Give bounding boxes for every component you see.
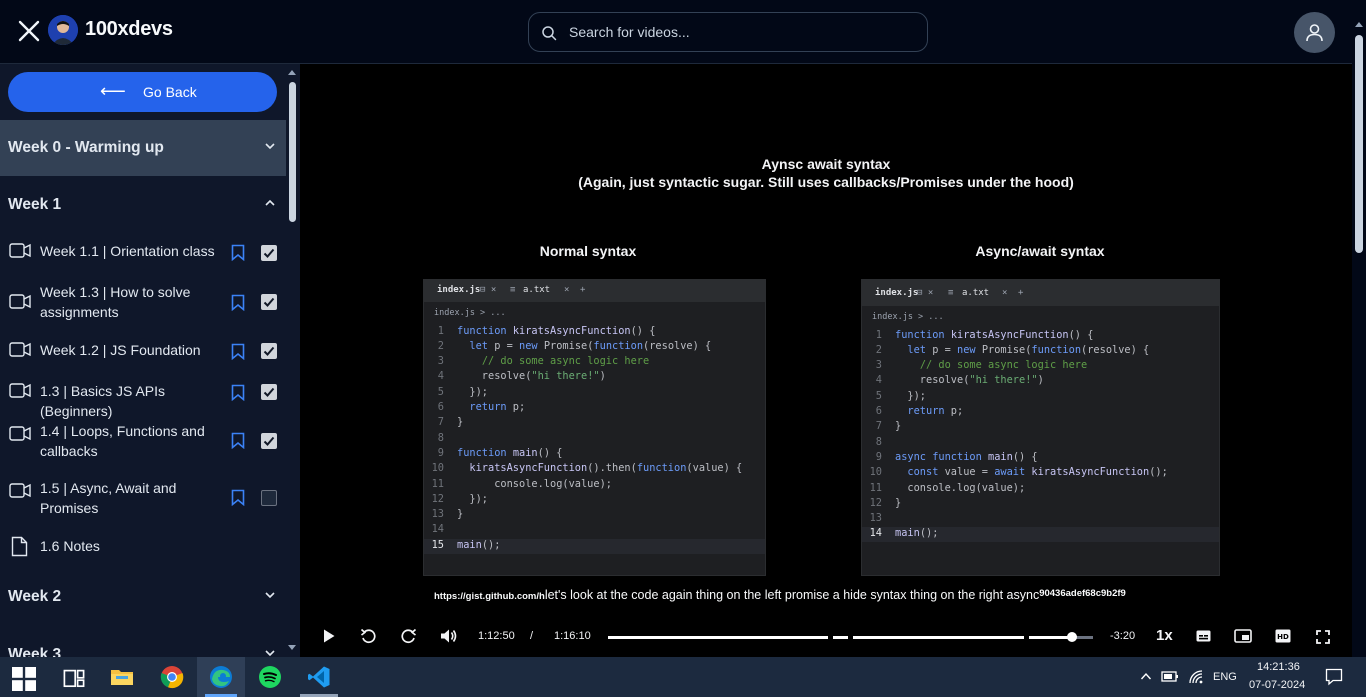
forward-icon[interactable] xyxy=(400,628,417,645)
video-icon xyxy=(9,243,31,258)
user-avatar-button[interactable] xyxy=(1294,12,1335,53)
notes-item[interactable]: 1.6 Notes xyxy=(0,535,286,559)
chevron-down-icon xyxy=(265,592,275,599)
scroll-up-arrow-icon[interactable] xyxy=(287,68,297,76)
week-2-header[interactable]: Week 2 xyxy=(0,569,286,625)
wifi-icon[interactable] xyxy=(1188,669,1204,685)
bookmark-icon[interactable] xyxy=(231,294,245,311)
bookmark-icon[interactable] xyxy=(231,384,245,401)
chapter-marker xyxy=(848,634,853,641)
search-icon xyxy=(542,26,557,41)
code-window-normal: index.js ⊟ × ≡ a.txt × + index.js > ... … xyxy=(423,279,766,576)
volume-icon[interactable] xyxy=(440,628,458,644)
bookmark-icon[interactable] xyxy=(231,244,245,261)
windows-start-icon[interactable] xyxy=(12,667,36,691)
close-icon[interactable] xyxy=(16,18,42,44)
rewind-icon[interactable] xyxy=(360,628,377,645)
week-0-header[interactable]: Week 0 - Warming up xyxy=(0,120,286,176)
current-time: 1:12:50 xyxy=(478,630,515,642)
bookmark-icon[interactable] xyxy=(231,343,245,360)
spotify-icon[interactable] xyxy=(258,665,282,689)
language-indicator[interactable]: ENG xyxy=(1213,671,1237,683)
chevron-up-icon[interactable] xyxy=(1140,671,1152,681)
chevron-up-icon xyxy=(265,199,275,206)
course-sidebar: ⟵ Go Back Week 0 - Warming up Week 1 Wee… xyxy=(0,64,300,657)
brand-name[interactable]: 100xdevs xyxy=(85,18,173,41)
edge-icon[interactable] xyxy=(209,665,233,689)
seek-handle[interactable] xyxy=(1067,632,1077,642)
go-back-button[interactable]: ⟵ Go Back xyxy=(8,72,277,112)
playback-speed-button[interactable]: 1x xyxy=(1156,627,1173,644)
week-1-header[interactable]: Week 1 xyxy=(0,177,286,233)
slide-title: Aynsc await syntax xyxy=(761,156,891,172)
chrome-icon[interactable] xyxy=(160,665,184,689)
play-icon[interactable] xyxy=(322,628,336,644)
lesson-item[interactable]: Week 1.2 | JS Foundation xyxy=(0,339,286,363)
total-time: 1:16:10 xyxy=(554,630,591,642)
clock-date[interactable]: 07-07-2024 xyxy=(1249,679,1305,691)
seek-progress xyxy=(608,636,1072,639)
vscode-icon[interactable] xyxy=(307,665,331,689)
completed-checkbox[interactable] xyxy=(261,433,277,449)
code-window-async: index.js ⊟ × ≡ a.txt × + index.js > ... … xyxy=(861,279,1220,576)
chevron-down-icon xyxy=(265,143,275,150)
svg-text:HD: HD xyxy=(1277,633,1289,641)
video-icon xyxy=(9,426,31,441)
lesson-item[interactable]: 1.3 | Basics JS APIs (Beginners) xyxy=(0,380,286,419)
video-icon xyxy=(9,483,31,498)
slide-subtitle: (Again, just syntactic sugar. Still uses… xyxy=(578,174,1074,190)
completed-checkbox[interactable] xyxy=(261,384,277,400)
search-input[interactable] xyxy=(569,21,909,43)
completed-checkbox[interactable] xyxy=(261,343,277,359)
video-icon xyxy=(9,294,31,309)
editor-tabs: index.js ⊟ × ≡ a.txt × + xyxy=(862,280,1219,306)
player-controls: 1:12:50 / 1:16:10 -3:20 1x HD xyxy=(308,621,1342,653)
video-icon xyxy=(9,383,31,398)
arrow-left-icon: ⟵ xyxy=(100,81,126,101)
battery-icon[interactable] xyxy=(1161,669,1179,683)
completed-checkbox[interactable] xyxy=(261,294,277,310)
lesson-item[interactable]: Week 1.3 | How to solve assignments xyxy=(0,282,286,322)
scroll-up-arrow-icon[interactable] xyxy=(1354,20,1364,28)
video-icon xyxy=(9,342,31,357)
chapter-marker xyxy=(1024,634,1029,641)
bookmark-icon[interactable] xyxy=(231,432,245,449)
video-caption: https://gist.github.com/hlet's look at t… xyxy=(434,588,1126,602)
task-view-icon[interactable] xyxy=(62,667,86,691)
top-bar: 100xdevs xyxy=(0,0,1366,64)
incomplete-checkbox[interactable] xyxy=(261,490,277,506)
chevron-down-icon xyxy=(265,650,275,657)
remaining-time: -3:20 xyxy=(1110,630,1136,642)
completed-checkbox[interactable] xyxy=(261,245,277,261)
week-3-header[interactable]: Week 3 xyxy=(0,627,286,657)
search-bar[interactable] xyxy=(528,12,928,52)
file-explorer-icon[interactable] xyxy=(110,665,134,689)
scroll-down-arrow-icon[interactable] xyxy=(287,644,297,652)
right-heading: Async/await syntax xyxy=(975,243,1105,259)
editor-tabs: index.js ⊟ × ≡ a.txt × + xyxy=(424,280,765,302)
os-taskbar: ENG 14:21:36 07-07-2024 xyxy=(0,657,1366,697)
notifications-icon[interactable] xyxy=(1325,668,1343,686)
clock-time[interactable]: 14:21:36 xyxy=(1257,661,1300,673)
lesson-item[interactable]: 1.5 | Async, Await and Promises xyxy=(0,478,286,518)
bookmark-icon[interactable] xyxy=(231,489,245,506)
lesson-item[interactable]: Week 1.1 | Orientation class xyxy=(0,240,286,264)
user-icon xyxy=(1306,24,1323,42)
brand-logo[interactable] xyxy=(48,15,78,45)
page-scroll-thumb[interactable] xyxy=(1355,35,1363,253)
quality-hd-icon[interactable]: HD xyxy=(1275,629,1291,643)
captions-icon[interactable] xyxy=(1196,630,1211,642)
video-player[interactable]: Aynsc await syntax (Again, just syntacti… xyxy=(300,64,1352,657)
lesson-item[interactable]: 1.4 | Loops, Functions and callbacks xyxy=(0,421,286,461)
sidebar-scroll-thumb[interactable] xyxy=(289,82,296,222)
document-icon xyxy=(11,536,28,557)
picture-in-picture-icon[interactable] xyxy=(1234,629,1252,643)
fullscreen-icon[interactable] xyxy=(1316,630,1330,644)
chapter-marker xyxy=(828,634,833,641)
